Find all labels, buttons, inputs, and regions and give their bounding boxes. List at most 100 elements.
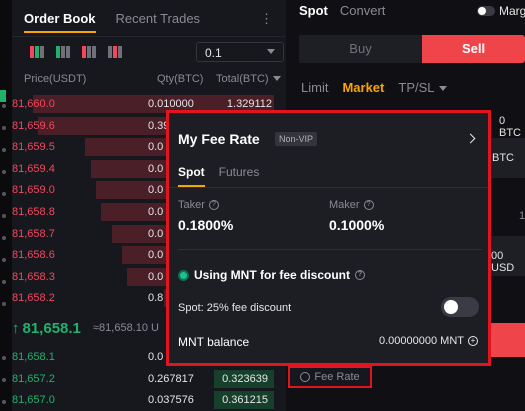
header-price: Price(USDT) [24,73,87,85]
mark-price: ≈81,658.10 U [93,322,159,334]
row-price: 81,658.8 [12,206,55,218]
row-price: 81,660.0 [12,98,55,110]
row-price: 81,658.2 [12,292,55,305]
row-price: 81,659.6 [12,119,55,132]
edge-dot [2,126,6,130]
mnt-balance-label: MNT balance [178,335,250,349]
order-book-row[interactable]: 81,657.2 0.267817 0.323639 [12,369,274,389]
tab-spot-fee[interactable]: Spot [178,165,205,187]
view-mode-switcher [30,46,122,58]
buy-button[interactable]: Buy [299,35,422,63]
fee-rate-link[interactable]: Fee Rate [288,366,372,388]
row-qty: 0.0 [148,184,164,197]
chevron-down-icon [267,49,275,54]
vip-badge: Non-VIP [275,132,318,146]
order-book-tabs: Order Book Recent Trades [24,11,200,33]
help-icon[interactable]: ? [363,200,374,210]
chevron-down-icon [272,76,281,81]
divider [169,187,488,188]
edge-marker [0,90,6,102]
edge-dot [2,104,6,108]
edge-dot [2,280,6,284]
view-both-icon[interactable] [30,46,44,58]
row-price: 81,658.1 [12,351,55,363]
mnt-discount-toggle[interactable] [441,297,479,317]
view-asks-icon[interactable] [82,46,96,58]
mnt-discount-header: Using MNT for fee discount ? [178,268,365,282]
tab-futures-fee[interactable]: Futures [219,165,260,187]
amount-unit: BTC [492,152,514,164]
popup-title: My Fee Rate [178,131,260,147]
edge-dot [2,170,6,174]
arrow-up-icon: ↑ [12,320,20,337]
edge-dot [2,302,6,306]
order-type-tabs: Limit Market TP/SL [301,80,447,95]
sell-submit-button[interactable] [487,323,525,357]
taker-label-text: Taker [178,199,205,211]
row-total: 0.323639 [218,372,272,385]
row-price: 81,659.5 [12,141,55,154]
edge-dot [2,258,6,262]
taker-label: Taker ? [178,199,219,211]
slider-value: 10 [519,210,525,222]
sell-button[interactable]: Sell [422,35,525,63]
tab-order-book[interactable]: Order Book [24,11,96,33]
edge-dot [2,378,6,382]
order-book-row[interactable]: 81,657.0 0.037576 0.361215 [12,390,274,410]
edge-dot [2,236,6,240]
tab-recent-trades[interactable]: Recent Trades [116,11,201,33]
row-price: 81,659.4 [12,162,55,175]
maker-value: 0.1000% [329,217,385,233]
last-price-value: 81,658.1 [22,320,81,337]
tab-tpsl-label: TP/SL [398,80,435,95]
view-compact-icon[interactable] [108,46,122,58]
edge-dot [2,356,6,360]
total-unit: 00 USD [491,250,515,274]
fee-rate-popup: My Fee Rate Non-VIP Spot Futures Taker ?… [166,110,491,366]
header-qty: Qty(BTC) [157,73,204,85]
row-qty: 0.0 [148,249,164,262]
edge-dot [2,148,6,152]
taker-value: 0.1800% [178,217,234,233]
row-total: 1.329112 [226,98,272,110]
precision-value: 0.1 [205,46,222,60]
row-qty: 0.8 [148,292,164,305]
chevron-right-icon[interactable] [465,133,476,144]
row-qty: 0.0 [148,141,164,154]
more-options-icon[interactable]: ⋮ [260,11,273,27]
header-total[interactable]: Total(BTC) [216,73,281,85]
row-qty: 0.0 [148,162,164,175]
row-qty: 0.037576 [148,394,194,407]
toggle-switch[interactable] [477,6,495,16]
row-total: 0.361215 [218,394,272,407]
margin-label: Marg [499,4,525,18]
edge-strip [0,0,12,411]
edge-dot [2,214,6,218]
available-balance: 0 BTC [499,115,521,139]
row-qty: 0.010000 [148,98,194,110]
percent-icon [300,372,311,382]
tab-convert[interactable]: Convert [340,3,386,18]
view-bids-icon[interactable] [56,46,70,58]
tab-spot[interactable]: Spot [299,3,328,18]
mnt-balance: 0.00000000 MNT + [379,335,478,347]
precision-select[interactable]: 0.1 [196,42,284,62]
edge-dot [2,192,6,196]
buy-sell-switch: Buy Sell [299,35,525,63]
edge-dot [2,400,6,404]
help-icon[interactable]: ? [208,200,219,210]
mnt-discount-title: Using MNT for fee discount [194,268,350,282]
divider [178,249,482,250]
maker-label-text: Maker [329,199,360,211]
divider [12,36,286,37]
tab-tpsl[interactable]: TP/SL [398,80,447,95]
trade-tabs: Spot Convert [299,3,385,18]
help-icon[interactable]: ? [355,270,365,280]
tab-limit[interactable]: Limit [301,80,328,95]
row-price: 81,659.0 [12,184,55,197]
add-icon[interactable]: + [468,336,478,346]
chevron-down-icon [438,86,447,91]
tab-market[interactable]: Market [342,80,384,95]
row-price: 81,657.0 [12,394,55,407]
margin-toggle[interactable]: Marg [477,4,525,18]
